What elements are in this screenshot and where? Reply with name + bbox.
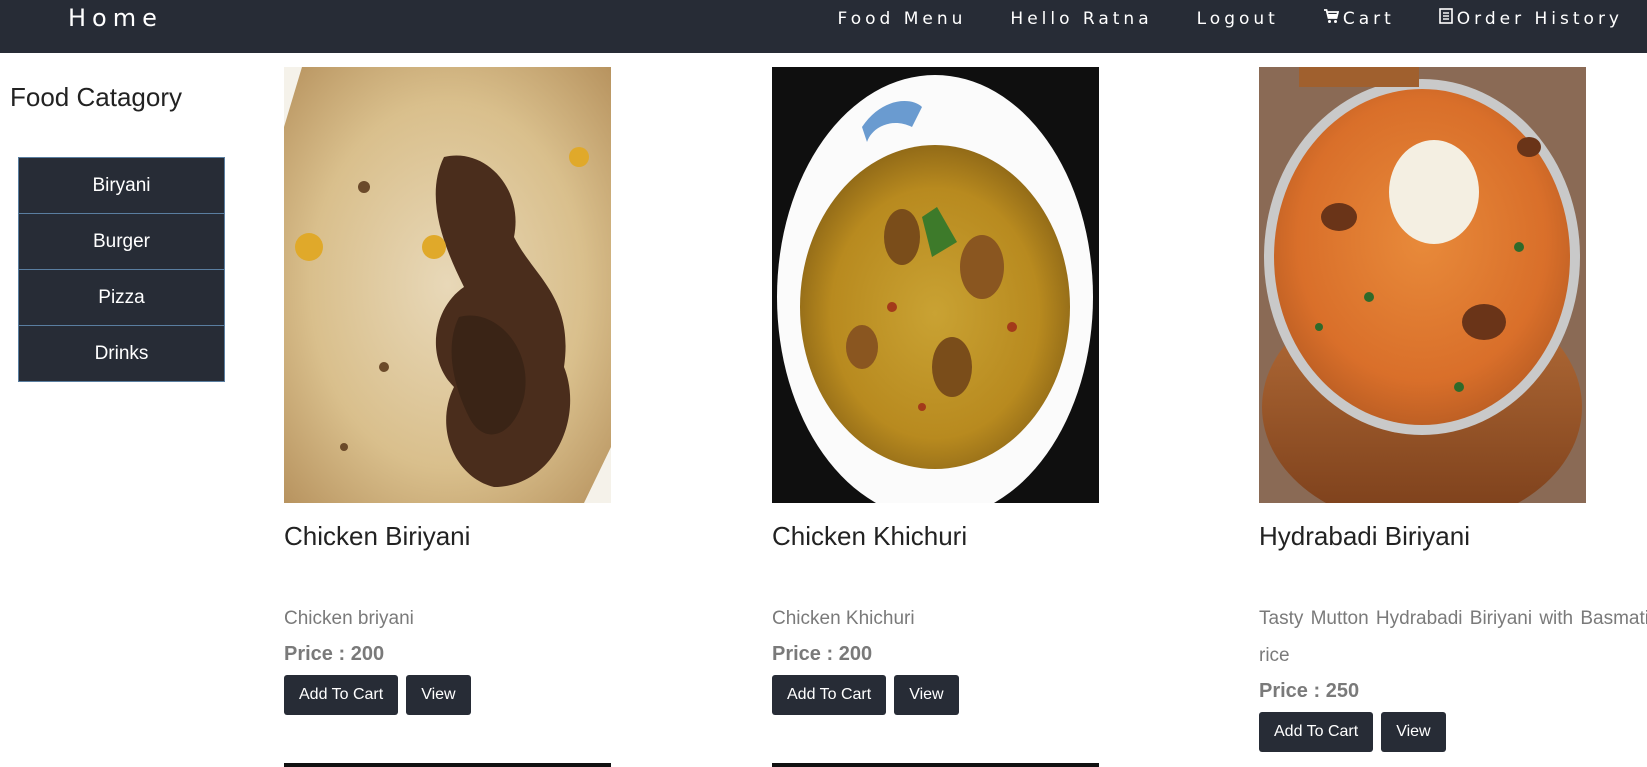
- food-price: Price : 200: [284, 643, 385, 665]
- next-row-image-edge: [772, 763, 1099, 767]
- card-actions: Add To Cart View: [772, 675, 1167, 715]
- nav-food-menu-link[interactable]: Food Menu: [838, 8, 967, 29]
- nav-cart-label: Cart: [1342, 8, 1395, 29]
- category-title: Food Catagory: [10, 82, 182, 112]
- food-description: Chicken briyani: [284, 608, 414, 629]
- nav-links: Food Menu Hello Ratna Logout Cart Order …: [838, 8, 1623, 29]
- cart-icon: [1323, 8, 1339, 29]
- next-row-image-edge: [284, 763, 611, 767]
- nav-home-link[interactable]: Home: [68, 4, 163, 32]
- food-price: Price : 200: [772, 643, 873, 665]
- add-to-cart-button[interactable]: Add To Cart: [1259, 712, 1374, 752]
- view-button[interactable]: View: [894, 675, 959, 715]
- food-card: Hydrabadi Biriyani Tasty Mutton Hydrabad…: [1259, 67, 1647, 752]
- food-image: [284, 67, 611, 503]
- category-item-biryani[interactable]: Biryani: [19, 158, 224, 214]
- top-navbar: Home Food Menu Hello Ratna Logout Cart O…: [0, 0, 1647, 53]
- food-name: Chicken Biriyani: [284, 521, 471, 551]
- list-icon: [1438, 8, 1453, 29]
- food-description: Tasty Mutton Hydrabadi Biriyani with Bas…: [1259, 608, 1647, 666]
- card-actions: Add To Cart View: [284, 675, 679, 715]
- nav-order-history-link[interactable]: Order History: [1438, 8, 1623, 29]
- food-image: [772, 67, 1099, 503]
- nav-cart-link[interactable]: Cart: [1323, 8, 1395, 29]
- add-to-cart-button[interactable]: Add To Cart: [284, 675, 399, 715]
- food-image: [1259, 67, 1586, 503]
- nav-user-greeting-label: Hello Ratna: [1010, 8, 1153, 29]
- food-description: Chicken Khichuri: [772, 608, 915, 629]
- category-item-pizza[interactable]: Pizza: [19, 270, 224, 326]
- food-name: Chicken Khichuri: [772, 521, 968, 551]
- category-item-drinks[interactable]: Drinks: [19, 326, 224, 381]
- food-price: Price : 250: [1259, 680, 1360, 702]
- view-button[interactable]: View: [406, 675, 471, 715]
- view-button[interactable]: View: [1381, 712, 1446, 752]
- category-item-burger[interactable]: Burger: [19, 214, 224, 270]
- nav-food-menu-label: Food Menu: [837, 8, 967, 29]
- card-actions: Add To Cart View: [1259, 712, 1647, 752]
- category-list: Biryani Burger Pizza Drinks: [18, 157, 225, 382]
- food-card: Chicken Khichuri Chicken Khichuri Price …: [772, 67, 1167, 715]
- nav-user-greeting-link[interactable]: Hello Ratna: [1010, 8, 1152, 29]
- food-name: Hydrabadi Biriyani: [1259, 521, 1470, 551]
- add-to-cart-button[interactable]: Add To Cart: [772, 675, 887, 715]
- nav-logout-link[interactable]: Logout: [1197, 8, 1279, 29]
- food-card: Chicken Biriyani Chicken briyani Price :…: [284, 67, 679, 715]
- nav-order-history-label: Order History: [1456, 8, 1623, 29]
- nav-logout-label: Logout: [1196, 8, 1279, 29]
